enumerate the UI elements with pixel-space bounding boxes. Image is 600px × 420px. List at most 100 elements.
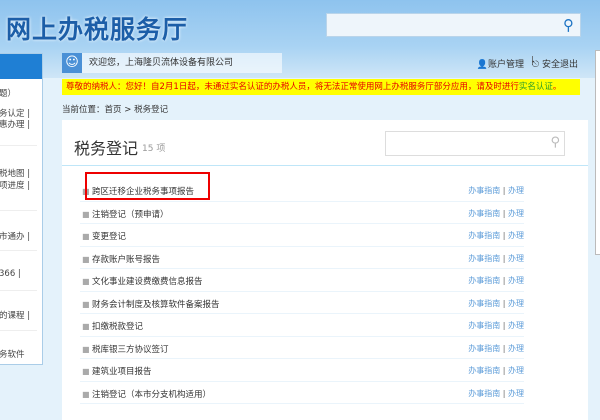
welcome-bar: ☺ 欢迎您，上海隆贝流体设备有限公司 👤账户管理 | ⎋ 安全退出 (62, 53, 588, 73)
guide-link[interactable]: 办事指南 (468, 366, 500, 375)
bullet-icon: ■ (82, 389, 90, 399)
service-actions: 办事指南 | 办理 (468, 185, 524, 196)
panel-title: 税务登记 (74, 139, 139, 158)
service-item: ■ 税库银三方协议签订 办事指南 | 办理 (80, 337, 524, 359)
sidebar-item[interactable]: 题） (0, 87, 16, 99)
service-item: ■ 注销登记（本市分支机构适用） 办事指南 | 办理 (80, 382, 524, 404)
separator: | (502, 186, 506, 195)
service-item: ■ 扣缴税款登记 办事指南 | 办理 (80, 314, 524, 337)
handle-link[interactable]: 办理 (508, 321, 524, 330)
handle-link[interactable]: 办理 (508, 366, 524, 375)
guide-link[interactable]: 办事指南 (468, 321, 500, 330)
divider (0, 210, 37, 211)
divider (62, 165, 588, 166)
search-icon[interactable]: ⚲ (563, 16, 574, 34)
separator: | (502, 253, 506, 263)
handle-link[interactable]: 办理 (508, 231, 524, 240)
service-name-link[interactable]: 财务会计制度及核算软件备案报告 (92, 298, 220, 310)
service-name-link[interactable]: 注销登记（本市分支机构适用） (92, 388, 211, 400)
divider (0, 250, 37, 251)
logout-label: 安全退出 (541, 60, 578, 70)
bullet-icon: ■ (82, 299, 90, 309)
service-item: ■ 存款账户账号报告 办事指南 | 办理 (80, 247, 524, 269)
sidebar-item[interactable]: 惠办理 | (0, 118, 30, 130)
separator: | (502, 208, 506, 218)
breadcrumb-home[interactable]: 首页 (105, 105, 122, 115)
service-name-link[interactable]: 变更登记 (92, 230, 126, 242)
breadcrumb: 当前位置：首页 > 税务登记 (62, 103, 168, 115)
sidebar: 题） 务认定 | 惠办理 | 税地图 | 项进度 | 市通办 | 366 | 的… (0, 53, 43, 365)
account-label: 账户管理 (487, 60, 524, 70)
service-actions: 办事指南 | 办理 (468, 365, 524, 376)
handle-link[interactable]: 办理 (508, 389, 524, 398)
service-actions: 办事指南 | 办理 (468, 253, 524, 264)
separator: | (502, 388, 506, 398)
sidebar-item[interactable]: 税地图 | (0, 167, 30, 179)
bullet-icon: ■ (82, 232, 90, 241)
bullet-icon: ■ (82, 209, 90, 219)
separator: | (502, 298, 506, 308)
service-item: ■ 文化事业建设费缴费信息报告 办事指南 | 办理 (80, 269, 524, 292)
guide-link[interactable]: 办事指南 (468, 254, 500, 263)
separator: | (502, 343, 506, 353)
sidebar-item[interactable]: 366 | (0, 269, 21, 279)
search-icon[interactable]: ⚲ (550, 135, 560, 150)
guide-link[interactable]: 办事指南 (468, 186, 500, 195)
real-name-auth-link[interactable]: 实名认证 (519, 82, 553, 92)
service-name-link[interactable]: 文化事业建设费缴费信息报告 (92, 275, 203, 287)
handle-link[interactable]: 办理 (508, 254, 524, 263)
guide-link[interactable]: 办事指南 (468, 231, 500, 240)
bullet-icon: ■ (82, 322, 90, 331)
handle-link[interactable]: 办理 (508, 186, 524, 195)
breadcrumb-label: 当前位置： (62, 105, 105, 115)
panel-search-input[interactable]: ⚲ (385, 131, 565, 156)
handle-link[interactable]: 办理 (508, 299, 524, 308)
header-search-input[interactable]: ⚲ (326, 13, 581, 37)
highlight-box (85, 172, 210, 200)
service-name-link[interactable]: 建筑业项目报告 (92, 365, 152, 377)
right-panel-edge (595, 50, 600, 255)
tax-registration-panel: 税务登记 15 项 ⚲ ■ 跨区迁移企业税务事项报告 办事指南 | 办理 ■ 注销… (62, 120, 588, 420)
separator: | (502, 276, 506, 285)
service-actions: 办事指南 | 办理 (468, 298, 524, 309)
service-name-link[interactable]: 扣缴税款登记 (92, 320, 143, 332)
welcome-text: 欢迎您，上海隆贝流体设备有限公司 (82, 53, 282, 73)
sidebar-item[interactable]: 市通办 | (0, 230, 30, 242)
handle-link[interactable]: 办理 (508, 209, 524, 218)
breadcrumb-current: 税务登记 (134, 105, 169, 115)
service-item: ■ 建筑业项目报告 办事指南 | 办理 (80, 359, 524, 382)
service-actions: 办事指南 | 办理 (468, 320, 524, 331)
divider (0, 145, 37, 146)
bullet-icon: ■ (82, 367, 90, 376)
account-management-link[interactable]: 👤账户管理 (477, 57, 524, 70)
notice-text: 尊敬的纳税人：您好！自2月1日起，未通过实名认证的办税人员，将无法正常使用网上办… (66, 82, 519, 92)
handle-link[interactable]: 办理 (508, 276, 524, 285)
separator: | (502, 366, 506, 375)
guide-link[interactable]: 办事指南 (468, 209, 500, 218)
guide-link[interactable]: 办事指南 (468, 389, 500, 398)
sidebar-item[interactable]: 项进度 | (0, 179, 30, 191)
notice-end: 。 (552, 82, 562, 92)
guide-link[interactable]: 办事指南 (468, 299, 500, 308)
bullet-icon: ■ (82, 344, 90, 354)
service-name-link[interactable]: 注销登记（预申请） (92, 208, 169, 220)
service-actions: 办事指南 | 办理 (468, 208, 524, 219)
bullet-icon: ■ (82, 277, 90, 286)
notice-bar: 尊敬的纳税人：您好！自2月1日起，未通过实名认证的办税人员，将无法正常使用网上办… (62, 79, 580, 95)
service-item: ■ 财务会计制度及核算软件备案报告 办事指南 | 办理 (80, 292, 524, 314)
service-actions: 办事指南 | 办理 (468, 230, 524, 241)
guide-link[interactable]: 办事指南 (468, 276, 500, 285)
service-actions: 办事指南 | 办理 (468, 343, 524, 354)
service-name-link[interactable]: 存款账户账号报告 (92, 253, 160, 265)
service-name-link[interactable]: 税库银三方协议签订 (92, 343, 169, 355)
handle-link[interactable]: 办理 (508, 344, 524, 353)
logout-link[interactable]: ⎋ 安全退出 (532, 57, 578, 70)
service-item: ■ 变更登记 办事指南 | 办理 (80, 224, 524, 247)
sidebar-header (0, 54, 42, 79)
separator: | (502, 321, 506, 330)
sidebar-item[interactable]: 的课程 | (0, 309, 30, 321)
divider (0, 290, 37, 291)
breadcrumb-sep: > (124, 105, 132, 115)
guide-link[interactable]: 办事指南 (468, 344, 500, 353)
sidebar-item[interactable]: 务软件 (0, 348, 25, 360)
